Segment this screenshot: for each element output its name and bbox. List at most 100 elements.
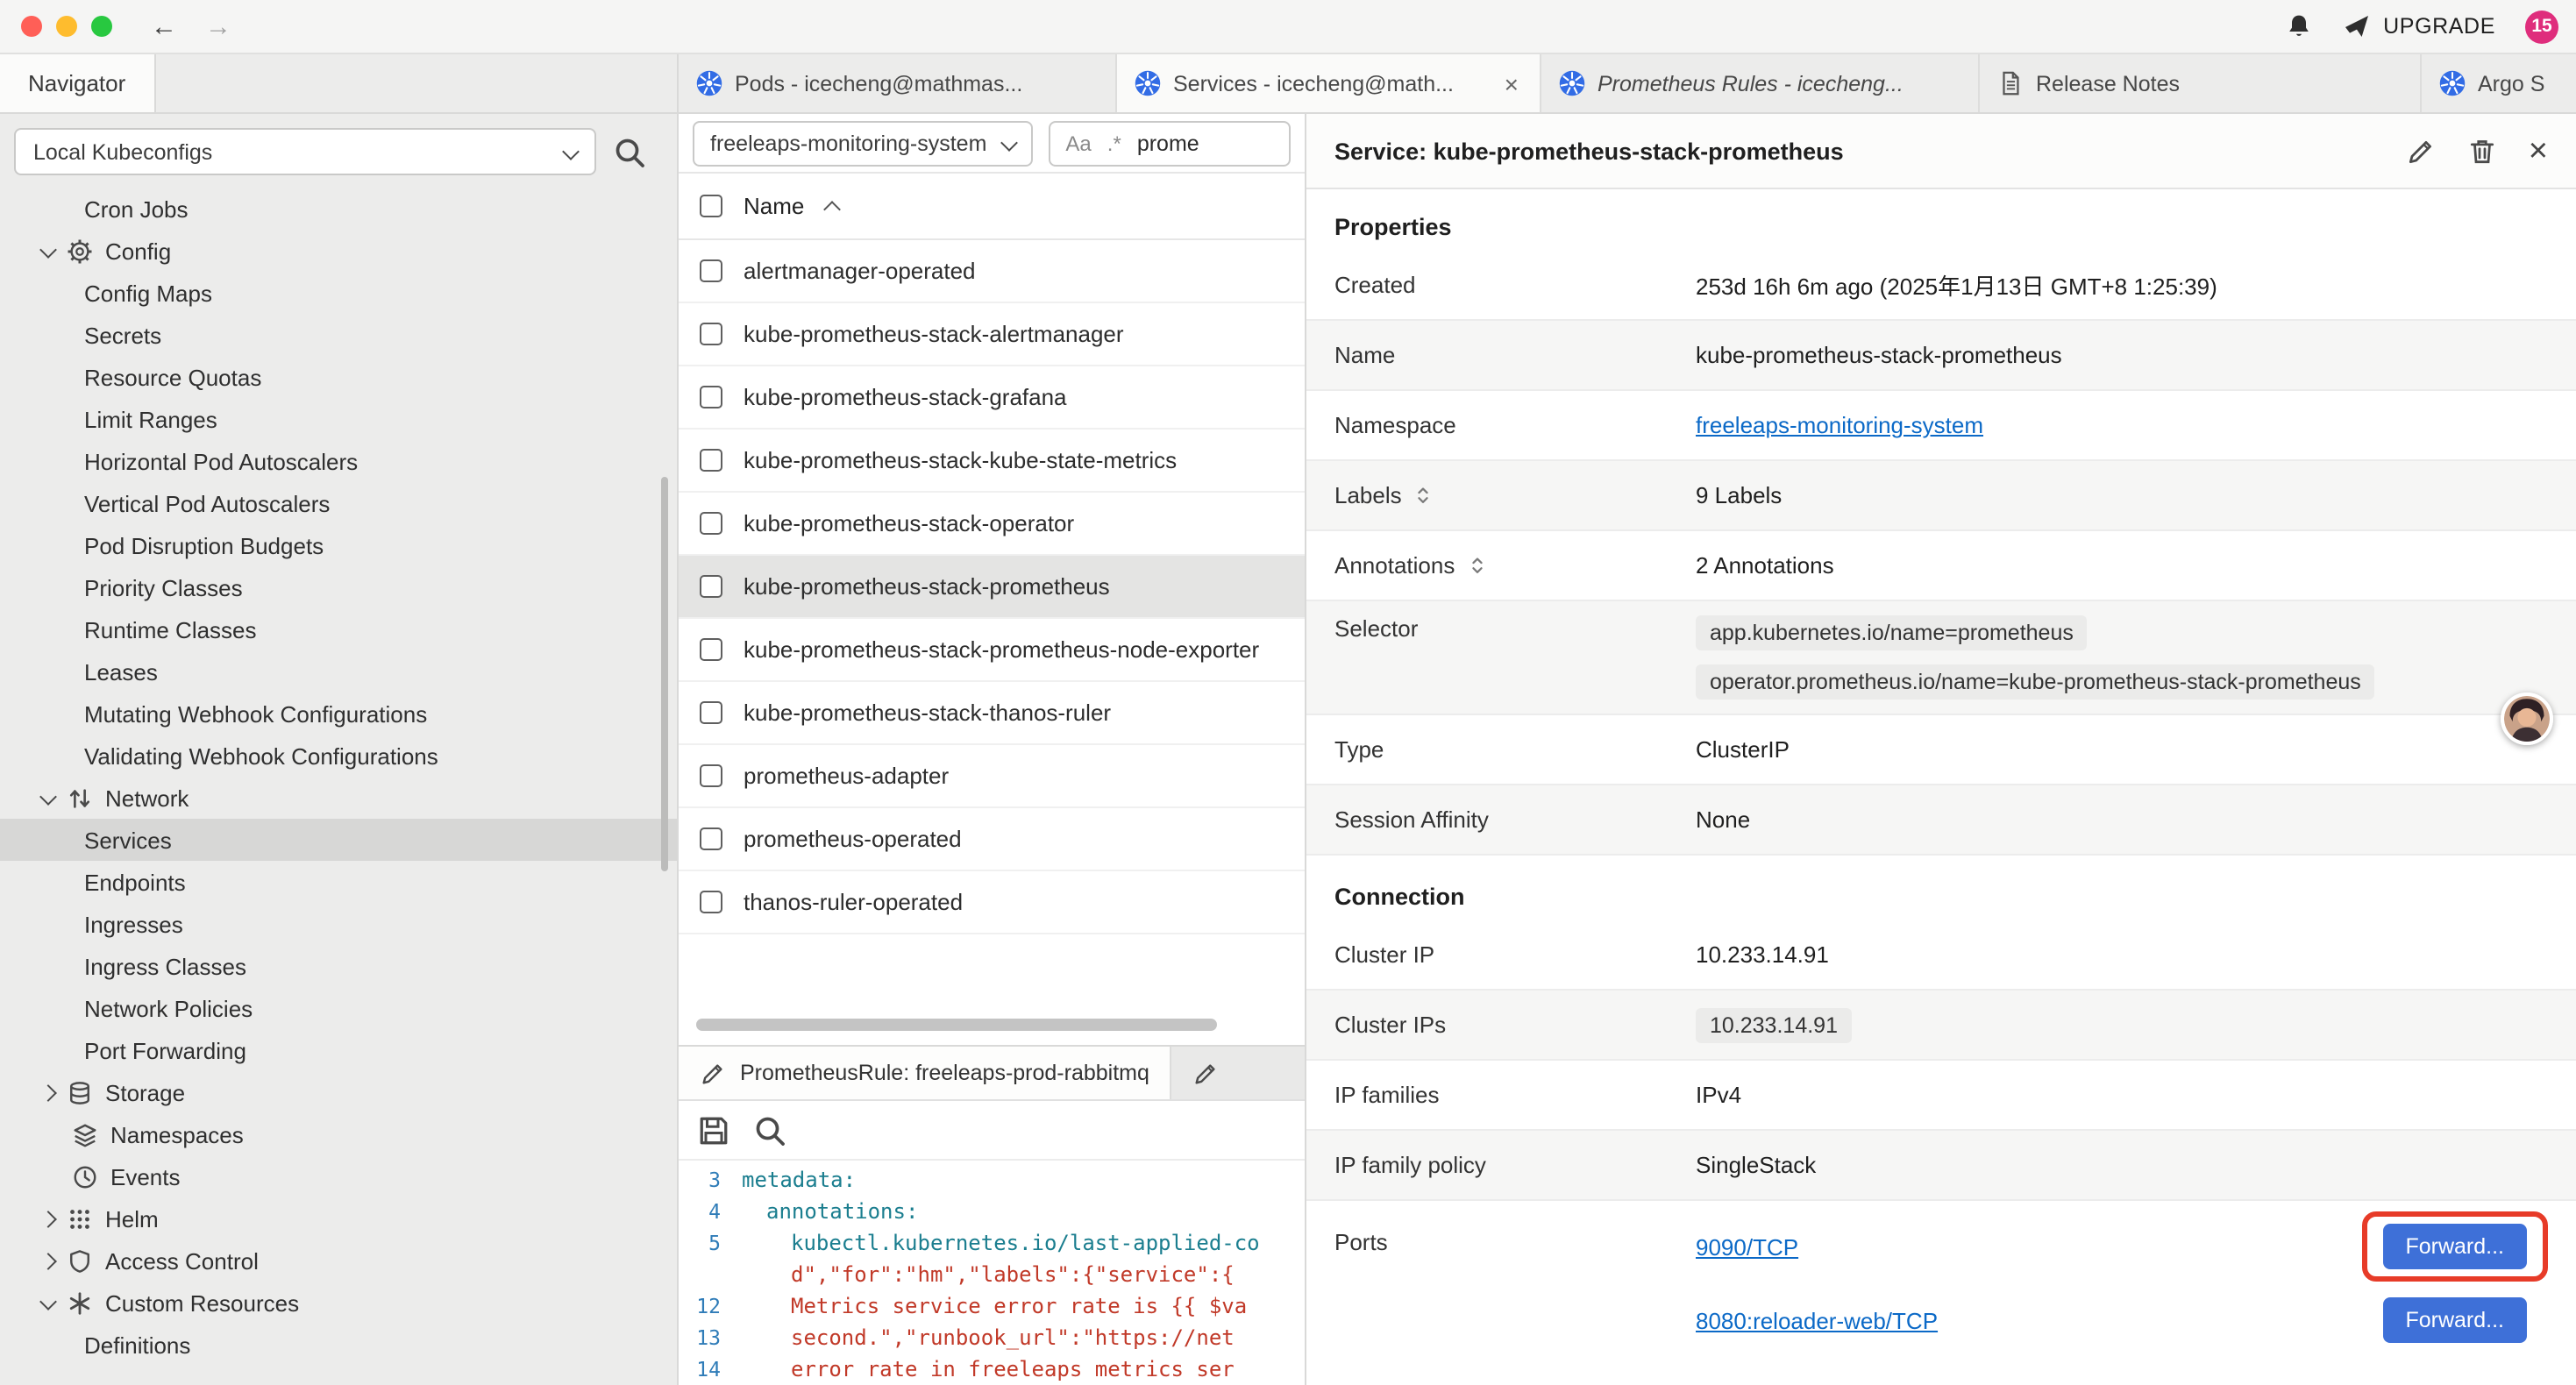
sidebar-item[interactable]: Horizontal Pod Autoscalers: [0, 440, 677, 482]
row-checkbox[interactable]: [700, 764, 722, 787]
sidebar-item[interactable]: Config Maps: [0, 272, 677, 314]
sidebar-item[interactable]: Endpoints: [0, 861, 677, 903]
sidebar-item[interactable]: Network Policies: [0, 987, 677, 1029]
sidebar-item[interactable]: Access Control: [0, 1239, 677, 1282]
table-row[interactable]: alertmanager-operated: [679, 240, 1305, 303]
document-icon: [1997, 70, 2024, 96]
editor-tab[interactable]: Release Notes ×: [1980, 54, 2422, 112]
sidebar-item[interactable]: Namespaces: [0, 1113, 677, 1155]
table-row[interactable]: kube-prometheus-stack-kube-state-metrics: [679, 430, 1305, 493]
row-checkbox[interactable]: [700, 891, 722, 913]
sidebar-item[interactable]: Secrets: [0, 314, 677, 356]
regex-toggle[interactable]: .*: [1107, 131, 1121, 155]
yaml-editor[interactable]: 3 metadata: 4 annotations: 5 kubectl.kub…: [679, 1161, 1305, 1385]
sidebar-item[interactable]: Services: [0, 819, 677, 861]
editor-tab[interactable]: Prometheus Rules - icecheng... ×: [1541, 54, 1980, 112]
sidebar-item[interactable]: Ingress Classes: [0, 945, 677, 987]
search-input[interactable]: Aa .* prome: [1048, 120, 1291, 166]
editor-tab[interactable]: Services - icecheng@math... ×: [1117, 54, 1541, 112]
sidebar-item[interactable]: Config: [0, 230, 677, 272]
sort-updown-icon[interactable]: [1413, 484, 1435, 507]
edit-icon[interactable]: [2406, 136, 2436, 166]
namespace-filter[interactable]: freeleaps-monitoring-system: [693, 120, 1032, 166]
tab-label: Pods - icecheng@mathmas...: [735, 71, 1098, 96]
forward-button[interactable]: Forward...: [2382, 1224, 2527, 1269]
table-row[interactable]: kube-prometheus-stack-prometheus: [679, 556, 1305, 619]
sort-updown-icon[interactable]: [1465, 554, 1488, 577]
sidebar-item[interactable]: Definitions: [0, 1324, 677, 1366]
sidebar-item[interactable]: Limit Ranges: [0, 398, 677, 440]
minimize-window-button[interactable]: [56, 16, 77, 37]
row-checkbox[interactable]: [700, 386, 722, 408]
search-icon[interactable]: [752, 1112, 787, 1147]
sidebar-item[interactable]: Priority Classes: [0, 566, 677, 608]
port-link[interactable]: 8080:reloader-web/TCP: [1696, 1307, 1938, 1333]
table-row[interactable]: kube-prometheus-stack-prometheus-node-ex…: [679, 619, 1305, 682]
maximize-window-button[interactable]: [91, 16, 112, 37]
name-column-header[interactable]: Name: [744, 193, 804, 219]
match-case-toggle[interactable]: Aa: [1065, 131, 1091, 155]
table-row[interactable]: kube-prometheus-stack-thanos-ruler: [679, 682, 1305, 745]
editor-tab[interactable]: Pods - icecheng@mathmas... ×: [679, 54, 1117, 112]
table-row[interactable]: kube-prometheus-stack-alertmanager: [679, 303, 1305, 366]
editor-toolbar: [679, 1101, 1305, 1161]
row-checkbox[interactable]: [700, 575, 722, 598]
close-icon[interactable]: ×: [1501, 69, 1522, 97]
row-checkbox[interactable]: [700, 323, 722, 345]
sidebar-item[interactable]: Mutating Webhook Configurations: [0, 692, 677, 735]
horizontal-scrollbar[interactable]: [696, 1019, 1287, 1031]
kubernetes-icon: [1135, 70, 1161, 96]
row-checkbox[interactable]: [700, 638, 722, 661]
table-row[interactable]: kube-prometheus-stack-operator: [679, 493, 1305, 556]
sidebar-item[interactable]: Custom Resources: [0, 1282, 677, 1324]
port-link[interactable]: 9090/TCP: [1696, 1233, 1798, 1260]
tab-label: Services - icecheng@math...: [1173, 71, 1489, 96]
back-icon[interactable]: ←: [151, 11, 177, 41]
close-window-button[interactable]: [21, 16, 42, 37]
sidebar-item-label: Mutating Webhook Configurations: [84, 700, 427, 727]
table-header[interactable]: Name: [679, 174, 1305, 240]
namespace-link[interactable]: freeleaps-monitoring-system: [1696, 412, 1983, 438]
upgrade-button[interactable]: UPGRADE: [2343, 12, 2495, 40]
row-checkbox[interactable]: [700, 512, 722, 535]
sidebar-item[interactable]: Port Forwarding: [0, 1029, 677, 1071]
line-number: [679, 1259, 742, 1290]
sidebar-item[interactable]: Vertical Pod Autoscalers: [0, 482, 677, 524]
user-avatar[interactable]: [2501, 692, 2553, 745]
select-all-checkbox[interactable]: [700, 195, 722, 217]
sidebar-item[interactable]: Runtime Classes: [0, 608, 677, 650]
notification-badge[interactable]: 15: [2525, 10, 2558, 43]
dock-tab-partial[interactable]: [1172, 1047, 1305, 1099]
table-row[interactable]: prometheus-adapter: [679, 745, 1305, 808]
sidebar-item[interactable]: Helm: [0, 1197, 677, 1239]
table-row[interactable]: thanos-ruler-operated: [679, 871, 1305, 934]
sidebar-item[interactable]: Resource Quotas: [0, 356, 677, 398]
bell-icon[interactable]: [2285, 12, 2313, 40]
table-row[interactable]: kube-prometheus-stack-grafana: [679, 366, 1305, 430]
trash-icon[interactable]: [2467, 136, 2497, 166]
forward-button[interactable]: Forward...: [2382, 1297, 2527, 1343]
kubeconfig-selector[interactable]: Local Kubeconfigs: [14, 128, 596, 175]
sidebar-item[interactable]: Network: [0, 777, 677, 819]
save-icon[interactable]: [696, 1112, 731, 1147]
row-checkbox[interactable]: [700, 259, 722, 282]
row-checkbox[interactable]: [700, 449, 722, 472]
search-icon[interactable]: [612, 134, 647, 169]
selector-badge: operator.prometheus.io/name=kube-prometh…: [1696, 664, 2375, 700]
sidebar-scrollbar[interactable]: [661, 477, 668, 871]
sidebar-item[interactable]: Storage: [0, 1071, 677, 1113]
forward-icon[interactable]: →: [205, 11, 231, 41]
sidebar-item[interactable]: Validating Webhook Configurations: [0, 735, 677, 777]
sidebar-item[interactable]: Pod Disruption Budgets: [0, 524, 677, 566]
sidebar-item[interactable]: Cron Jobs: [0, 188, 677, 230]
close-icon[interactable]: ×: [2529, 134, 2548, 167]
sidebar-item-label: Pod Disruption Budgets: [84, 532, 324, 558]
dock-tab[interactable]: PrometheusRule: freeleaps-prod-rabbitmq: [679, 1047, 1172, 1099]
editor-tab[interactable]: Argo S ×: [2422, 54, 2576, 112]
sidebar-item[interactable]: Ingresses: [0, 903, 677, 945]
table-row[interactable]: prometheus-operated: [679, 808, 1305, 871]
sidebar-item[interactable]: Leases: [0, 650, 677, 692]
sidebar-item[interactable]: Events: [0, 1155, 677, 1197]
row-checkbox[interactable]: [700, 701, 722, 724]
row-checkbox[interactable]: [700, 827, 722, 850]
